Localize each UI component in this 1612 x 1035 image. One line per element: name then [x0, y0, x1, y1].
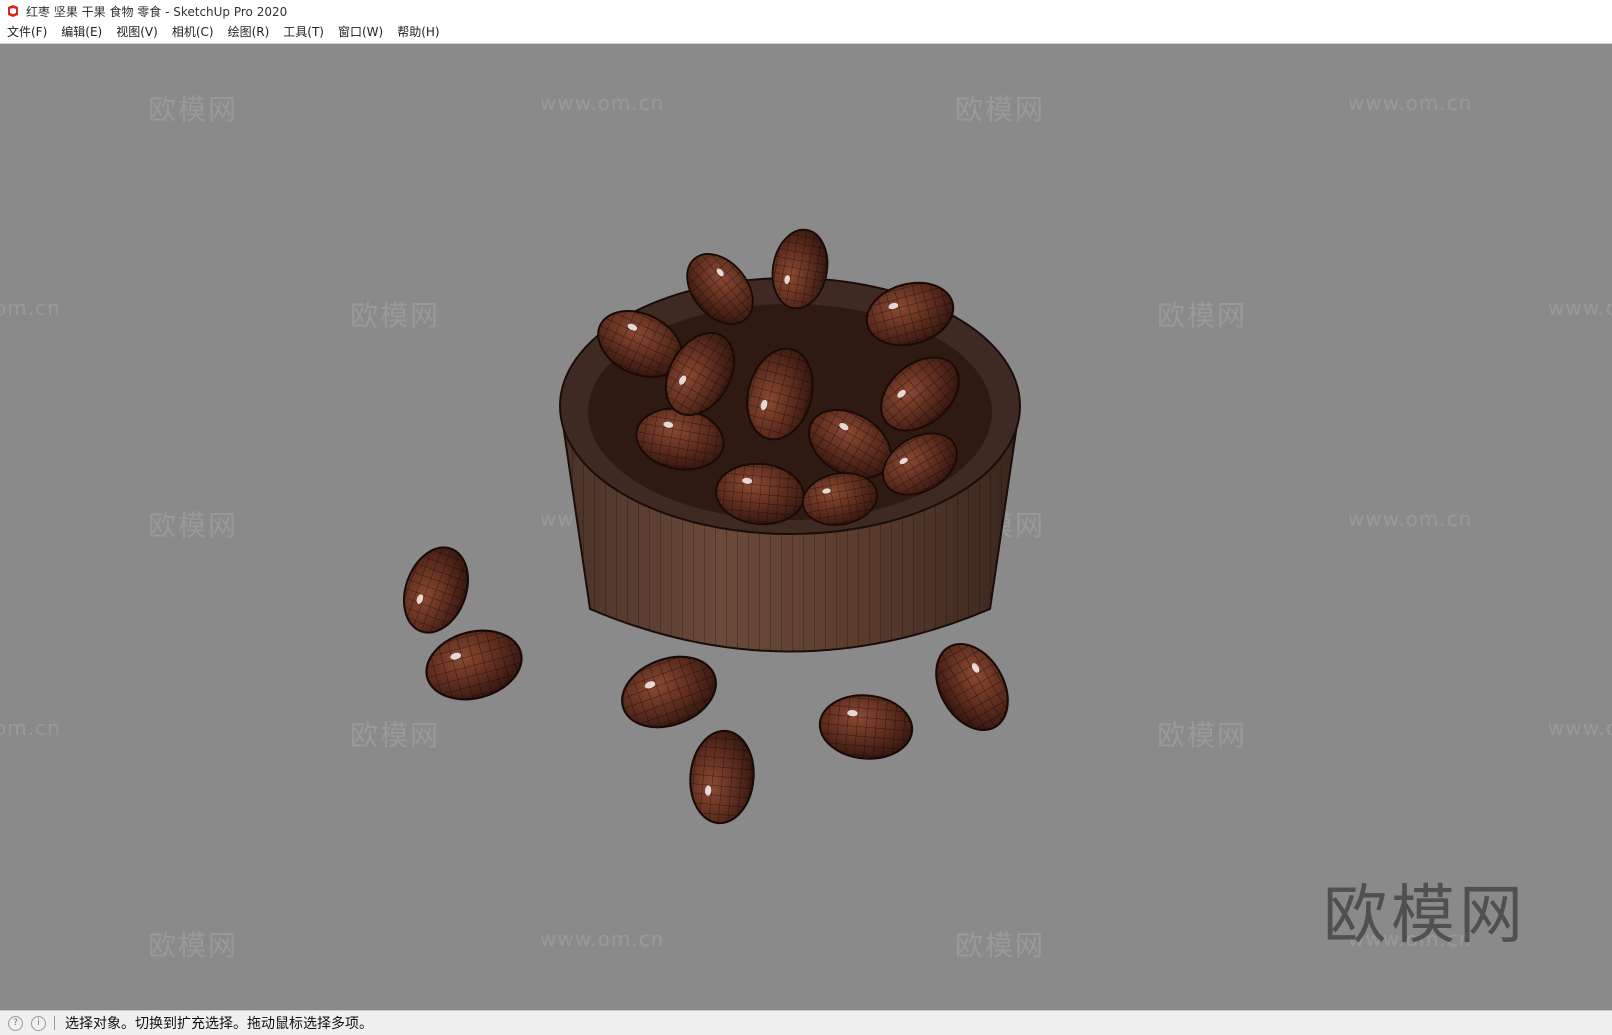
menu-view[interactable]: 视图(V) [109, 22, 165, 43]
sketchup-icon [8, 5, 18, 17]
menu-draw[interactable]: 绘图(R) [221, 22, 277, 43]
status-text: 选择对象。切换到扩充选择。拖动鼠标选择多项。 [65, 1016, 373, 1032]
menu-file[interactable]: 文件(F) [0, 22, 54, 43]
status-bar: ? i 选择对象。切换到扩充选择。拖动鼠标选择多项。 [0, 1010, 1612, 1035]
menu-camera[interactable]: 相机(C) [165, 22, 221, 43]
status-divider [54, 1016, 55, 1030]
model-render [391, 224, 1024, 827]
menu-help[interactable]: 帮助(H) [390, 22, 446, 43]
menu-window[interactable]: 窗口(W) [331, 22, 390, 43]
geo-location-icon[interactable]: ? [8, 1015, 23, 1031]
info-icon[interactable]: i [31, 1015, 46, 1031]
menu-bar: 文件(F) 编辑(E) 视图(V) 相机(C) 绘图(R) 工具(T) 窗口(W… [0, 22, 1612, 44]
model-viewport[interactable]: 欧模网 www.om.cn 欧模网 www.om.cn om.cn 欧模网 欧模… [0, 44, 1612, 1010]
menu-tools[interactable]: 工具(T) [276, 22, 331, 43]
title-bar: 红枣 坚果 干果 食物 零食 - SketchUp Pro 2020 [0, 0, 1612, 22]
menu-edit[interactable]: 编辑(E) [54, 22, 109, 43]
window-title: 红枣 坚果 干果 食物 零食 - SketchUp Pro 2020 [26, 4, 288, 19]
